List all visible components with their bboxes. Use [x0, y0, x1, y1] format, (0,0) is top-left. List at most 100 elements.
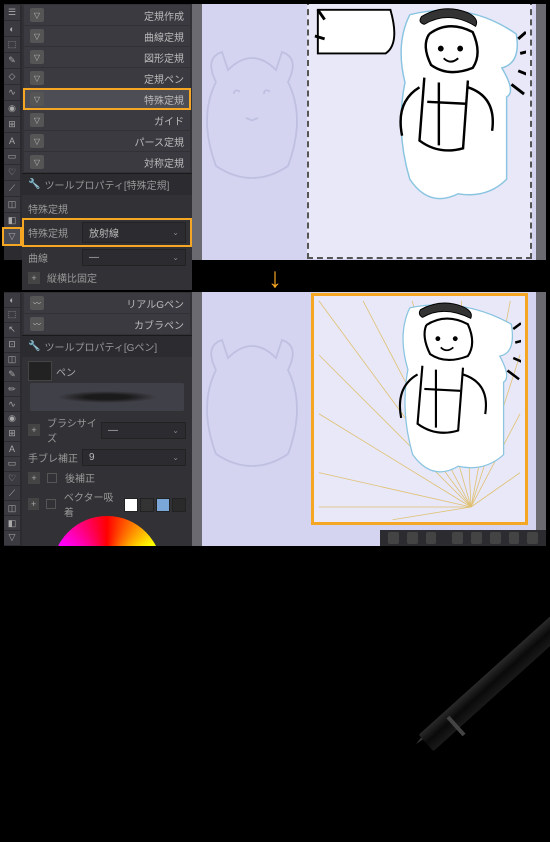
color-wheel[interactable]	[52, 516, 162, 546]
tool-button[interactable]: ⊞	[4, 117, 20, 132]
property-dropdown[interactable]: ―⌄	[82, 249, 186, 266]
subtool-label: リアルGペン	[126, 296, 184, 311]
subtool-item[interactable]: ▽図形定規	[24, 47, 190, 67]
tool-property-header: 🔧 ツールプロパティ[特殊定規]	[22, 173, 192, 195]
brush-size-row[interactable]: + ブラシサイズ ―⌄	[28, 413, 186, 447]
tool-button[interactable]: ↖	[4, 323, 20, 337]
property-row[interactable]: 曲線―⌄	[28, 247, 186, 268]
subtool-item[interactable]: ▽定規作成	[24, 5, 190, 25]
expand-icon[interactable]: +	[28, 424, 40, 436]
canvas-area[interactable]	[192, 4, 546, 260]
tool-button[interactable]: ◫	[4, 501, 20, 515]
tool-button[interactable]: ⟋	[4, 181, 20, 196]
tool-button[interactable]: ⬚	[4, 37, 20, 52]
view-icon[interactable]	[452, 532, 463, 544]
chevron-down-icon[interactable]: ⌄	[172, 453, 179, 462]
aspect-lock-row[interactable]: + 縦横比固定	[28, 268, 186, 287]
stabilize-row[interactable]: 手ブレ補正 9⌄	[28, 447, 186, 468]
tool-button[interactable]: ▽	[4, 531, 20, 545]
tool-button[interactable]: ◫	[4, 197, 20, 212]
tool-button[interactable]: ◉	[4, 101, 20, 116]
tool-button[interactable]: A	[4, 442, 20, 456]
subtool-icon: ▽	[30, 155, 44, 169]
subtool-item[interactable]: ▽特殊定規	[24, 89, 190, 109]
pen-tab[interactable]	[28, 361, 52, 381]
tool-button[interactable]: ✎	[4, 53, 20, 68]
subtool-icon: ▽	[30, 71, 44, 85]
color-swatch[interactable]	[124, 498, 138, 512]
subtool-item[interactable]: ▽ 曲線定規	[24, 26, 190, 46]
stabilize-value[interactable]: 9⌄	[82, 449, 186, 466]
subtool-item[interactable]: ▽定規ペン	[24, 68, 190, 88]
tool-button[interactable]: ✏	[4, 382, 20, 396]
main-toolbar: ☰◐⬚✎◇∿◉⊞A▭♡⟋◫◧▽	[4, 4, 22, 260]
view-icon[interactable]	[509, 532, 520, 544]
brush-preview	[30, 383, 184, 411]
nav-icon[interactable]	[426, 532, 437, 544]
nav-icon[interactable]	[388, 532, 399, 544]
subtool-item[interactable]: 〰リアルGペン	[24, 293, 190, 313]
tool-button[interactable]: ▽	[4, 229, 20, 244]
tool-button[interactable]: ◧	[4, 213, 20, 228]
checkbox[interactable]	[46, 499, 56, 509]
tool-button[interactable]: ∿	[4, 397, 20, 411]
tool-button[interactable]: ◉	[4, 412, 20, 426]
tool-button[interactable]: ✎	[4, 367, 20, 381]
comic-frame	[307, 4, 532, 259]
tool-button[interactable]: ⟋	[4, 486, 20, 500]
property-dropdown[interactable]: 放射線⌄	[82, 222, 186, 243]
color-swatch[interactable]	[156, 498, 170, 512]
tool-button[interactable]: ☰	[4, 5, 20, 20]
subtool-icon: ▽	[30, 8, 44, 22]
expand-icon[interactable]: +	[28, 498, 39, 510]
subtool-icon: ▽	[30, 92, 44, 106]
tool-button[interactable]: ♡	[4, 472, 20, 486]
view-icon[interactable]	[490, 532, 501, 544]
tool-button[interactable]: ⊡	[4, 338, 20, 352]
subtool-label: 曲線定規	[144, 29, 184, 44]
down-arrow-icon: ↓	[268, 262, 282, 294]
tool-property-body: ペン + ブラシサイズ ―⌄ 手ブレ補正 9⌄ + 後補正 + ベクター吸着	[22, 357, 192, 525]
cat-sketch	[192, 34, 312, 214]
chevron-down-icon[interactable]: ⌄	[172, 253, 179, 262]
subtool-item[interactable]: ▽ガイド	[24, 110, 190, 130]
property-row[interactable]: 特殊定規放射線⌄	[24, 220, 190, 245]
expand-icon[interactable]: +	[28, 472, 40, 484]
view-icon[interactable]	[471, 532, 482, 544]
tool-button[interactable]: ♡	[4, 165, 20, 180]
checkbox[interactable]	[47, 473, 57, 483]
tool-property-header: 🔧 ツールプロパティ[Gペン]	[22, 335, 192, 357]
brush-size-value[interactable]: ―⌄	[101, 422, 186, 439]
view-icon[interactable]	[527, 532, 538, 544]
tool-button[interactable]: ⬚	[4, 308, 20, 322]
subtool-label: 対称定規	[144, 155, 184, 170]
tool-button[interactable]: ⊞	[4, 427, 20, 441]
tool-button[interactable]: ▭	[4, 457, 20, 471]
tool-button[interactable]: ◇	[4, 69, 20, 84]
tool-button[interactable]: A	[4, 133, 20, 148]
tool-button[interactable]: ◧	[4, 516, 20, 530]
character-lineart	[318, 300, 521, 518]
canvas-area[interactable]	[192, 292, 546, 546]
chevron-down-icon[interactable]: ⌄	[172, 228, 179, 237]
expand-icon[interactable]: +	[28, 272, 40, 284]
tool-button[interactable]: ◫	[4, 353, 20, 367]
subtool-item[interactable]: 〰カブラペン	[24, 314, 190, 334]
color-swatch[interactable]	[172, 498, 186, 512]
subtool-item[interactable]: ▽パース定規	[24, 131, 190, 151]
subtool-icon: ▽	[30, 29, 44, 43]
canvas[interactable]	[202, 4, 536, 260]
top-panel: ☰◐⬚✎◇∿◉⊞A▭♡⟋◫◧▽ ▽定規作成▽曲線定規▽図形定規▽定規ペン▽特殊定…	[2, 2, 548, 262]
color-swatch[interactable]	[140, 498, 154, 512]
tool-button[interactable]: ▭	[4, 149, 20, 164]
wrench-icon: 🔧	[28, 341, 40, 352]
subtool-item[interactable]: ▽ 対称定規	[24, 152, 190, 172]
tool-button[interactable]: ∿	[4, 85, 20, 100]
tool-button[interactable]: ◐	[4, 293, 20, 307]
canvas[interactable]	[202, 292, 536, 546]
nav-icon[interactable]	[407, 532, 418, 544]
chevron-down-icon[interactable]: ⌄	[172, 426, 179, 435]
tool-property-title: ツールプロパティ[Gペン]	[44, 339, 157, 354]
tool-button[interactable]: ◐	[4, 21, 20, 36]
post-correct-row[interactable]: + 後補正	[28, 468, 186, 487]
